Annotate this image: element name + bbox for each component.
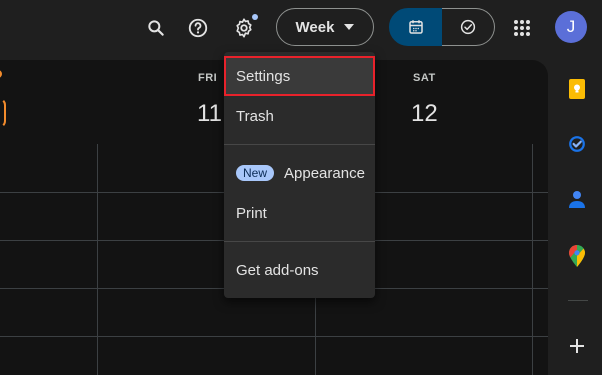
maps-icon: [569, 245, 585, 267]
contacts-icon: [569, 191, 585, 208]
settings-menu: Settings Trash New Appearance Print Get …: [224, 52, 375, 298]
search-button[interactable]: [136, 8, 176, 48]
menu-item-label: Trash: [236, 107, 274, 125]
menu-item-trash[interactable]: Trash: [224, 96, 375, 136]
grid-line: [532, 144, 533, 375]
settings-button[interactable]: [224, 8, 264, 48]
grid-line: [0, 336, 548, 337]
day-name-sat: SAT: [413, 72, 436, 84]
apps-button[interactable]: [502, 8, 542, 48]
keep-button[interactable]: [566, 78, 588, 100]
menu-item-label: Settings: [236, 67, 291, 85]
contacts-button[interactable]: [566, 188, 588, 210]
menu-divider: [224, 241, 375, 242]
rail-divider: [568, 300, 588, 301]
keep-icon: [569, 79, 585, 99]
menu-item-label: Appearance: [284, 164, 365, 182]
search-icon: [148, 20, 164, 36]
partial-day-number: [0, 98, 6, 128]
menu-item-get-addons[interactable]: Get add-ons: [224, 250, 375, 290]
tasks-app-button[interactable]: [566, 133, 588, 155]
grid-line: [97, 144, 98, 375]
maps-button[interactable]: [566, 245, 588, 267]
caret-down-icon: [344, 24, 355, 30]
help-button[interactable]: [178, 8, 218, 48]
day-name-fri: FRI: [198, 72, 218, 84]
menu-item-print[interactable]: Print: [224, 193, 375, 233]
avatar[interactable]: J: [555, 11, 587, 43]
add-addon-button[interactable]: [566, 335, 588, 357]
menu-item-settings[interactable]: Settings: [224, 56, 375, 96]
view-selector[interactable]: Week: [276, 8, 374, 46]
menu-divider: [224, 144, 375, 145]
task-check-icon: [460, 19, 476, 35]
notification-dot: [252, 14, 258, 20]
tasks-icon: [569, 136, 585, 152]
plus-icon: [570, 339, 584, 353]
partial-day-indicator: [0, 70, 2, 78]
new-badge: New: [236, 165, 275, 181]
menu-item-appearance[interactable]: New Appearance: [224, 153, 375, 193]
day-number-fri[interactable]: 11: [197, 100, 222, 128]
tasks-view-toggle[interactable]: [442, 8, 495, 46]
side-panel-rail: [552, 60, 602, 375]
apps-grid-icon: [514, 20, 530, 36]
gear-icon: [236, 18, 252, 38]
day-number-sat[interactable]: 12: [411, 100, 438, 128]
calendar-view-toggle[interactable]: [389, 8, 442, 46]
top-bar: Week J: [0, 0, 602, 56]
calendar-icon: [408, 20, 423, 34]
help-icon: [188, 18, 208, 38]
view-label: Week: [295, 18, 335, 36]
menu-item-label: Print: [236, 204, 267, 222]
menu-item-label: Get add-ons: [236, 261, 319, 279]
